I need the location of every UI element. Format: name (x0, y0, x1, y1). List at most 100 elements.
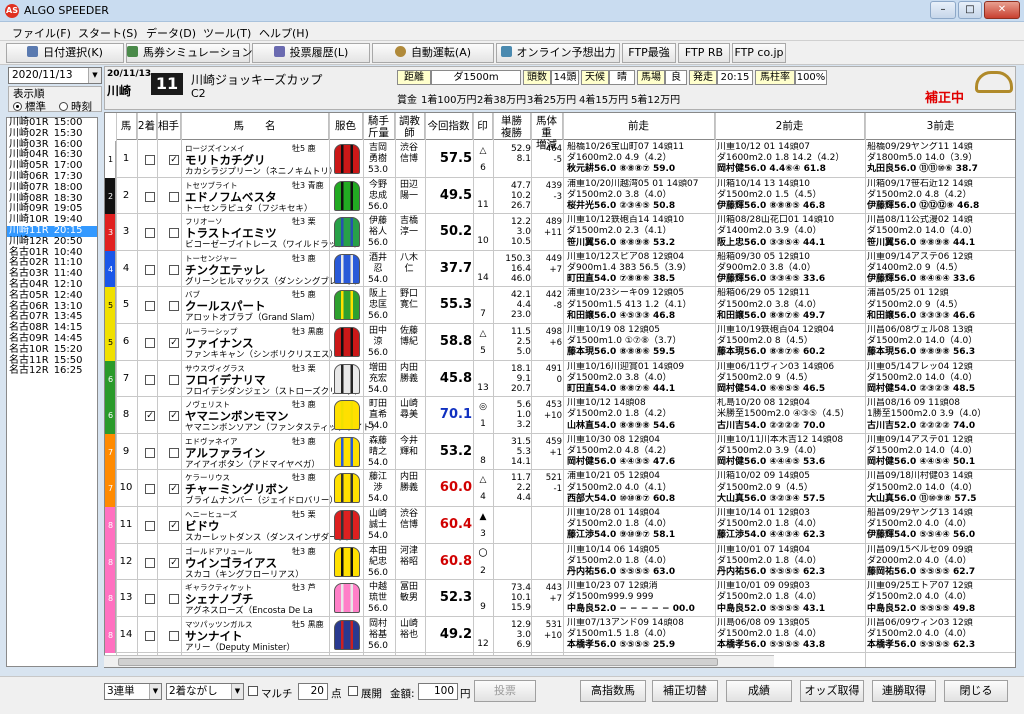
multi-checkbox[interactable] (248, 686, 258, 696)
dam-name: ブライムナンバー（ジェイドロバリー） (185, 496, 338, 507)
aite-checkbox[interactable]: ✓ (169, 557, 179, 568)
prev-race-line: 川重10/19鉄砲百04 12頭04 (717, 325, 835, 335)
horse-row[interactable]: 8 ✓ ✓ ノヴェリスト ヤマニンボンモマン ヤマニンボンソアン（ファンタスティックライト… (116, 397, 1015, 434)
silk-icon (334, 583, 360, 614)
horse-row[interactable]: 13 ギャラクティケット シェナノブチ アグネスローズ（Encosta De La 牡3… (116, 580, 1015, 617)
horse-row[interactable]: 3 フリオーソ トラストイエミツ ビコーゼーブイトレース（ワイルドラッシュ） 牡3 栗伊… (116, 214, 1015, 251)
aite-checkbox[interactable]: ✓ (169, 484, 179, 495)
prev-race-line: 西部大54.0 ⑩⑩⑧⑦ 60.8 (567, 493, 676, 504)
menu-tools[interactable]: ツール(T) (203, 25, 251, 41)
horse-row[interactable]: 4 トーセンジャー チンクエテッレ グリーンヒルマックス（ダンシングブレーヴ） 牡3 鹿… (116, 251, 1015, 288)
index-score: 57.5 (439, 151, 472, 166)
menu-help[interactable]: ヘルプ(H) (259, 25, 309, 41)
prediction-rank: 13 (477, 382, 489, 393)
ftp-strong-button[interactable]: FTP最強 (622, 43, 676, 63)
second-place-checkbox[interactable] (145, 374, 155, 385)
horse-row[interactable]: 6 ✓ ルーラーシップ ファイナンス ファンキキャン（シンボリクリスエス） 牡3 黒鹿 田中… (116, 324, 1015, 361)
search-icon (27, 46, 39, 57)
waku-color-bar: 7 (105, 470, 116, 507)
horse-row[interactable]: 2 トセツブライト エドノフムベスタ トーセンラピュタ（フジキセキ） 牡3 青鹿 今野 忠… (116, 178, 1015, 215)
second-place-checkbox[interactable] (145, 521, 155, 531)
aite-checkbox[interactable] (169, 447, 179, 458)
prediction-rank: 3 (480, 529, 486, 539)
horse-weight: 459 +1 (545, 436, 562, 458)
menu-file[interactable]: ファイル(F) (12, 25, 71, 41)
ftp-cojp-button[interactable]: FTP co.jp (732, 43, 786, 63)
points-field[interactable]: 20 (298, 683, 328, 700)
second-place-checkbox[interactable] (145, 630, 155, 641)
second-place-checkbox[interactable] (145, 484, 155, 495)
bet-method-select[interactable]: 2着ながし ▼ (166, 683, 244, 700)
vote-history-button[interactable]: 投票履歴(L) (252, 43, 370, 63)
menu-start[interactable]: スタート(S) (78, 25, 138, 41)
prediction-rank: 6 (480, 163, 486, 173)
prev-race-line: ダ1500m2.0 14.0（4.0） (867, 226, 978, 237)
second-place-checkbox[interactable] (145, 301, 155, 312)
aite-checkbox[interactable] (169, 228, 179, 239)
horse-row[interactable]: 10 ✓ ケラーリウス チャーミングリボン ブライムナンバー（ジェイドロバリー） 牡3 鹿… (116, 470, 1015, 507)
online-output-button[interactable]: オンライン予想出力 (496, 43, 620, 63)
aite-checkbox[interactable] (169, 301, 179, 312)
scrollbar-thumb[interactable] (118, 658, 718, 666)
column-divider (329, 113, 330, 667)
aite-checkbox[interactable]: ✓ (169, 338, 179, 348)
close-button[interactable]: 閉じる (944, 680, 1008, 702)
aite-checkbox[interactable] (169, 594, 179, 605)
vote-button[interactable]: 投票 (474, 680, 536, 702)
horizontal-scrollbar[interactable] (104, 655, 774, 667)
close-window-button[interactable]: ✕ (984, 1, 1020, 19)
aite-checkbox[interactable] (169, 264, 179, 275)
baken-simulation-button[interactable]: 馬券シミュレーション(B) (126, 43, 269, 63)
second-place-checkbox[interactable] (145, 155, 155, 165)
aite-checkbox[interactable]: ✓ (169, 155, 179, 165)
weather-label: 天候 (581, 70, 609, 85)
horse-number: 11 (119, 519, 133, 530)
amount-field[interactable]: 100 (418, 683, 458, 700)
second-place-checkbox[interactable] (145, 191, 155, 202)
hosei-toggle-button[interactable]: 補正切替 (652, 680, 718, 702)
sort-time-radio[interactable]: 時刻 (59, 99, 92, 114)
prize-2nd: 2着38万円 (477, 95, 527, 106)
results-button[interactable]: 成績 (726, 680, 792, 702)
odds-get-button[interactable]: オッズ取得 (800, 680, 864, 702)
maximize-button[interactable]: □ (958, 1, 982, 19)
high-index-button[interactable]: 高指数馬 (580, 680, 646, 702)
horse-row[interactable]: 7 サウスヴィグラス フロイデナリマ フロイデシダンジェン（ストローズクリーク） 牡3 … (116, 361, 1015, 398)
bet-type-select[interactable]: 3連単 ▼ (104, 683, 162, 700)
aite-checkbox[interactable] (169, 630, 179, 641)
sort-standard-radio[interactable]: 標準 (13, 99, 46, 114)
index-score: 53.2 (439, 443, 472, 459)
aite-checkbox[interactable]: ✓ (169, 411, 179, 422)
menu-data[interactable]: データ(D) (146, 25, 196, 41)
horse-row[interactable]: 12 ✓ ゴールドアリュール ウインゴライアス スカコ（キングフローリアス） 牡3 鹿本田… (116, 544, 1015, 581)
horse-row[interactable]: 1 ✓ ロージズインメイ モリトカチグリ カカシラジプリーン（ネニノキムトリ） 牡5 鹿吉… (116, 141, 1015, 178)
second-place-checkbox[interactable] (145, 447, 155, 458)
race-list-item[interactable]: 名古12R 16:25 (7, 365, 97, 377)
auto-run-button[interactable]: 自動運転(A) (372, 43, 494, 63)
second-place-checkbox[interactable]: ✓ (145, 411, 155, 422)
horse-row[interactable]: 9 エドヴァネイア アルファライン アイアイボタン（アドマイヤベガ） 牡3 鹿森藤 晴之… (116, 434, 1015, 471)
horse-row[interactable]: 11 ✓ ヘニーヒューズ ビドウ スカーレットダンス（ダンスインザダーク） 牡5 栗山崎 … (116, 507, 1015, 544)
minimize-button[interactable]: – (930, 1, 956, 19)
second-place-checkbox[interactable] (145, 264, 155, 275)
horse-row[interactable]: 14 マツパッツンガルス サンナイト アリー（Deputy Minister） 牡5 黒… (116, 617, 1015, 654)
chevron-down-icon: ▼ (149, 684, 161, 699)
aite-checkbox[interactable]: ✓ (169, 521, 179, 531)
date-dropdown[interactable]: 2020/11/13 ▼ (8, 67, 102, 84)
second-place-checkbox[interactable] (145, 594, 155, 605)
prev-race-3: 川昌09/18川村健03 14頭 ダ1500m2.0 14.0（4.0） 大山真56… (867, 471, 1015, 505)
waku-color-bar: 2 (105, 177, 116, 215)
trainer-name: 冨田 敏男 (399, 582, 418, 604)
ftp-rb-button[interactable]: FTP RB (678, 43, 730, 63)
aite-checkbox[interactable] (169, 191, 179, 202)
second-place-checkbox[interactable] (145, 228, 155, 239)
renpai-get-button[interactable]: 連勝取得 (872, 680, 936, 702)
second-place-checkbox[interactable] (145, 557, 155, 568)
prev-race-line: 川重05/14ブレッ04 12頭 (867, 361, 973, 372)
second-place-checkbox[interactable] (145, 338, 155, 348)
horse-row[interactable]: 5 バブ クールスパート アロットオブラブ（Grand Slam） 牡5 鹿阪上 忠匡 … (116, 287, 1015, 324)
date-select-button[interactable]: 日付選択(K) (6, 43, 124, 63)
expand-checkbox[interactable] (348, 686, 358, 696)
aite-checkbox[interactable] (169, 374, 179, 385)
chevron-down-icon: ▼ (231, 684, 243, 699)
